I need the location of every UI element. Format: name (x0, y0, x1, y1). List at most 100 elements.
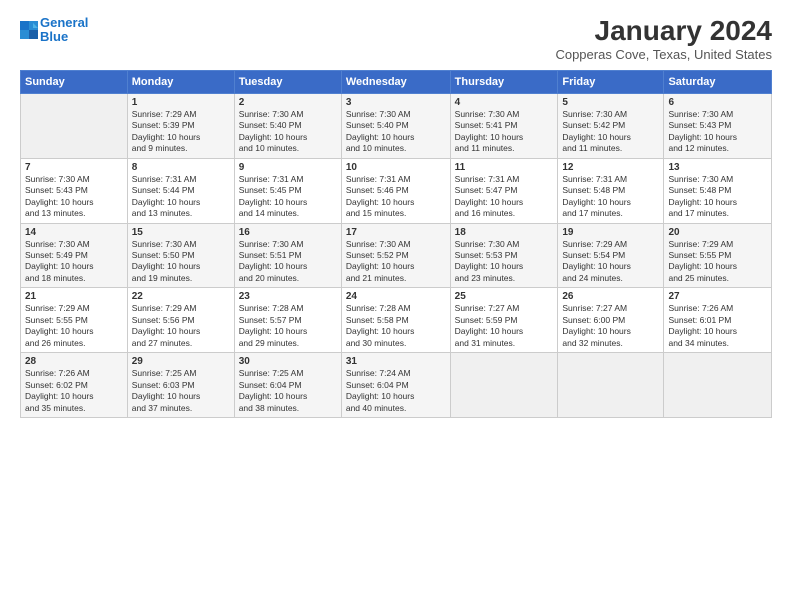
day-number: 22 (132, 291, 230, 302)
day-number: 2 (239, 97, 337, 108)
day-number: 16 (239, 227, 337, 238)
day-info: Sunrise: 7:30 AM Sunset: 5:42 PM Dayligh… (562, 109, 659, 155)
day-info: Sunrise: 7:24 AM Sunset: 6:04 PM Dayligh… (346, 368, 446, 414)
day-info: Sunrise: 7:29 AM Sunset: 5:54 PM Dayligh… (562, 239, 659, 285)
calendar-cell: 22Sunrise: 7:29 AM Sunset: 5:56 PM Dayli… (127, 288, 234, 353)
day-number: 18 (455, 227, 554, 238)
calendar-cell: 2Sunrise: 7:30 AM Sunset: 5:40 PM Daylig… (234, 93, 341, 158)
day-number: 14 (25, 227, 123, 238)
weekday-header-friday: Friday (558, 70, 664, 93)
day-number: 27 (668, 291, 767, 302)
day-info: Sunrise: 7:31 AM Sunset: 5:48 PM Dayligh… (562, 174, 659, 220)
day-info: Sunrise: 7:31 AM Sunset: 5:47 PM Dayligh… (455, 174, 554, 220)
calendar-cell: 18Sunrise: 7:30 AM Sunset: 5:53 PM Dayli… (450, 223, 558, 288)
logo-icon (20, 21, 38, 39)
calendar-cell: 8Sunrise: 7:31 AM Sunset: 5:44 PM Daylig… (127, 158, 234, 223)
day-info: Sunrise: 7:26 AM Sunset: 6:01 PM Dayligh… (668, 303, 767, 349)
day-info: Sunrise: 7:30 AM Sunset: 5:40 PM Dayligh… (346, 109, 446, 155)
calendar-cell: 20Sunrise: 7:29 AM Sunset: 5:55 PM Dayli… (664, 223, 772, 288)
day-info: Sunrise: 7:31 AM Sunset: 5:44 PM Dayligh… (132, 174, 230, 220)
day-info: Sunrise: 7:30 AM Sunset: 5:52 PM Dayligh… (346, 239, 446, 285)
day-number: 3 (346, 97, 446, 108)
calendar-cell: 12Sunrise: 7:31 AM Sunset: 5:48 PM Dayli… (558, 158, 664, 223)
calendar-cell: 30Sunrise: 7:25 AM Sunset: 6:04 PM Dayli… (234, 353, 341, 418)
calendar-cell (450, 353, 558, 418)
logo: General Blue (20, 16, 88, 45)
calendar-cell: 29Sunrise: 7:25 AM Sunset: 6:03 PM Dayli… (127, 353, 234, 418)
calendar-cell: 7Sunrise: 7:30 AM Sunset: 5:43 PM Daylig… (21, 158, 128, 223)
day-info: Sunrise: 7:29 AM Sunset: 5:55 PM Dayligh… (668, 239, 767, 285)
day-number: 23 (239, 291, 337, 302)
calendar-week-3: 14Sunrise: 7:30 AM Sunset: 5:49 PM Dayli… (21, 223, 772, 288)
day-number: 11 (455, 162, 554, 173)
weekday-header-thursday: Thursday (450, 70, 558, 93)
day-number: 31 (346, 356, 446, 367)
header: General Blue January 2024 Copperas Cove,… (20, 16, 772, 62)
day-number: 1 (132, 97, 230, 108)
calendar-cell: 19Sunrise: 7:29 AM Sunset: 5:54 PM Dayli… (558, 223, 664, 288)
calendar-cell: 11Sunrise: 7:31 AM Sunset: 5:47 PM Dayli… (450, 158, 558, 223)
calendar-cell: 14Sunrise: 7:30 AM Sunset: 5:49 PM Dayli… (21, 223, 128, 288)
calendar-cell: 4Sunrise: 7:30 AM Sunset: 5:41 PM Daylig… (450, 93, 558, 158)
calendar-table: SundayMondayTuesdayWednesdayThursdayFrid… (20, 70, 772, 418)
calendar-cell: 5Sunrise: 7:30 AM Sunset: 5:42 PM Daylig… (558, 93, 664, 158)
day-info: Sunrise: 7:25 AM Sunset: 6:04 PM Dayligh… (239, 368, 337, 414)
day-number: 4 (455, 97, 554, 108)
day-info: Sunrise: 7:26 AM Sunset: 6:02 PM Dayligh… (25, 368, 123, 414)
day-number: 19 (562, 227, 659, 238)
day-number: 7 (25, 162, 123, 173)
calendar-cell: 6Sunrise: 7:30 AM Sunset: 5:43 PM Daylig… (664, 93, 772, 158)
calendar-cell: 21Sunrise: 7:29 AM Sunset: 5:55 PM Dayli… (21, 288, 128, 353)
day-info: Sunrise: 7:30 AM Sunset: 5:50 PM Dayligh… (132, 239, 230, 285)
calendar-cell: 31Sunrise: 7:24 AM Sunset: 6:04 PM Dayli… (341, 353, 450, 418)
calendar-cell: 9Sunrise: 7:31 AM Sunset: 5:45 PM Daylig… (234, 158, 341, 223)
day-info: Sunrise: 7:27 AM Sunset: 5:59 PM Dayligh… (455, 303, 554, 349)
weekday-header-wednesday: Wednesday (341, 70, 450, 93)
day-info: Sunrise: 7:25 AM Sunset: 6:03 PM Dayligh… (132, 368, 230, 414)
day-number: 30 (239, 356, 337, 367)
day-info: Sunrise: 7:31 AM Sunset: 5:45 PM Dayligh… (239, 174, 337, 220)
day-info: Sunrise: 7:29 AM Sunset: 5:56 PM Dayligh… (132, 303, 230, 349)
day-info: Sunrise: 7:30 AM Sunset: 5:53 PM Dayligh… (455, 239, 554, 285)
day-number: 26 (562, 291, 659, 302)
day-number: 17 (346, 227, 446, 238)
day-info: Sunrise: 7:29 AM Sunset: 5:39 PM Dayligh… (132, 109, 230, 155)
day-number: 15 (132, 227, 230, 238)
weekday-header-tuesday: Tuesday (234, 70, 341, 93)
calendar-cell: 3Sunrise: 7:30 AM Sunset: 5:40 PM Daylig… (341, 93, 450, 158)
day-info: Sunrise: 7:30 AM Sunset: 5:41 PM Dayligh… (455, 109, 554, 155)
day-info: Sunrise: 7:30 AM Sunset: 5:48 PM Dayligh… (668, 174, 767, 220)
calendar-week-5: 28Sunrise: 7:26 AM Sunset: 6:02 PM Dayli… (21, 353, 772, 418)
calendar-cell: 16Sunrise: 7:30 AM Sunset: 5:51 PM Dayli… (234, 223, 341, 288)
day-info: Sunrise: 7:28 AM Sunset: 5:57 PM Dayligh… (239, 303, 337, 349)
day-info: Sunrise: 7:30 AM Sunset: 5:40 PM Dayligh… (239, 109, 337, 155)
weekday-header-saturday: Saturday (664, 70, 772, 93)
day-number: 6 (668, 97, 767, 108)
day-info: Sunrise: 7:30 AM Sunset: 5:43 PM Dayligh… (668, 109, 767, 155)
calendar-cell (664, 353, 772, 418)
day-number: 25 (455, 291, 554, 302)
weekday-header-row: SundayMondayTuesdayWednesdayThursdayFrid… (21, 70, 772, 93)
day-info: Sunrise: 7:29 AM Sunset: 5:55 PM Dayligh… (25, 303, 123, 349)
day-number: 20 (668, 227, 767, 238)
calendar-cell: 13Sunrise: 7:30 AM Sunset: 5:48 PM Dayli… (664, 158, 772, 223)
calendar-cell: 24Sunrise: 7:28 AM Sunset: 5:58 PM Dayli… (341, 288, 450, 353)
day-info: Sunrise: 7:31 AM Sunset: 5:46 PM Dayligh… (346, 174, 446, 220)
day-number: 24 (346, 291, 446, 302)
day-number: 13 (668, 162, 767, 173)
calendar-cell: 17Sunrise: 7:30 AM Sunset: 5:52 PM Dayli… (341, 223, 450, 288)
calendar-cell: 15Sunrise: 7:30 AM Sunset: 5:50 PM Dayli… (127, 223, 234, 288)
calendar-week-1: 1Sunrise: 7:29 AM Sunset: 5:39 PM Daylig… (21, 93, 772, 158)
day-number: 5 (562, 97, 659, 108)
day-number: 8 (132, 162, 230, 173)
day-info: Sunrise: 7:27 AM Sunset: 6:00 PM Dayligh… (562, 303, 659, 349)
weekday-header-monday: Monday (127, 70, 234, 93)
day-info: Sunrise: 7:30 AM Sunset: 5:49 PM Dayligh… (25, 239, 123, 285)
day-number: 12 (562, 162, 659, 173)
page-title: January 2024 (555, 16, 772, 47)
day-info: Sunrise: 7:30 AM Sunset: 5:43 PM Dayligh… (25, 174, 123, 220)
page-subtitle: Copperas Cove, Texas, United States (555, 47, 772, 62)
weekday-header-sunday: Sunday (21, 70, 128, 93)
day-info: Sunrise: 7:30 AM Sunset: 5:51 PM Dayligh… (239, 239, 337, 285)
calendar-cell: 26Sunrise: 7:27 AM Sunset: 6:00 PM Dayli… (558, 288, 664, 353)
